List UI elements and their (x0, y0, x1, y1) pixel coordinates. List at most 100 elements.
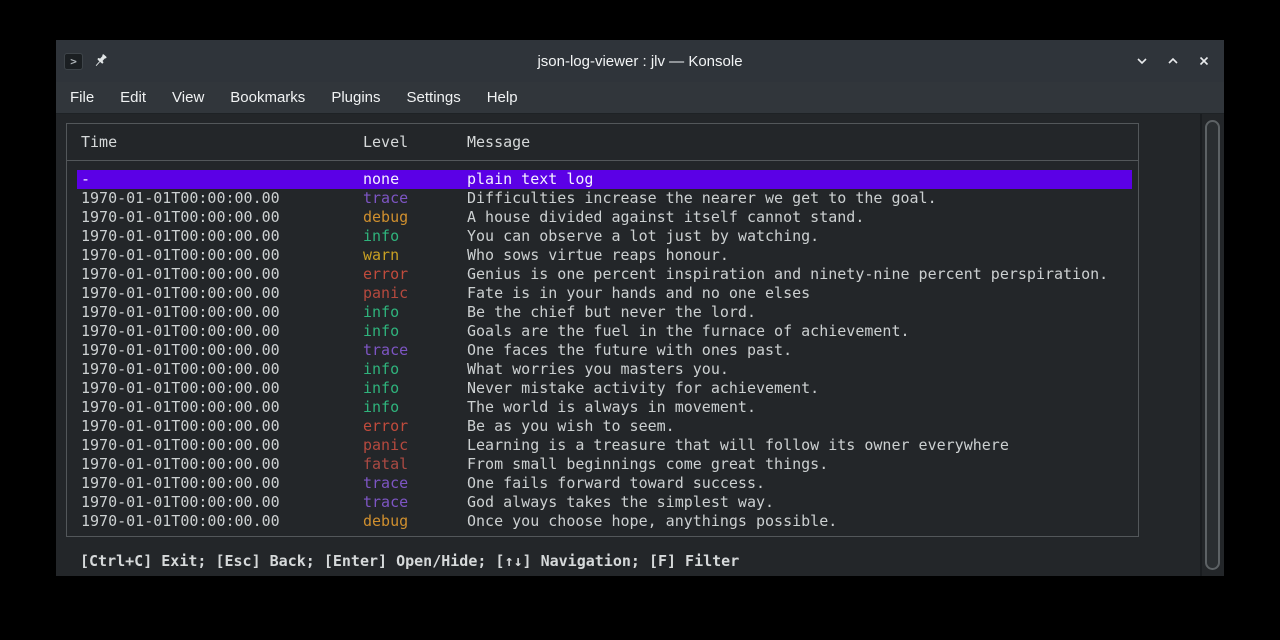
konsole-window: json-log-viewer : jlv — Konsole > (56, 40, 1224, 576)
table-row[interactable]: 1970-01-01T00:00:00.00panicFate is in yo… (77, 284, 1132, 303)
cell-message: Fate is in your hands and no one elses (467, 284, 1132, 303)
cell-level: info (363, 303, 467, 322)
menu-item-file[interactable]: File (57, 84, 107, 111)
cell-message: The world is always in movement. (467, 398, 1132, 417)
cell-level: info (363, 322, 467, 341)
column-header-time: Time (81, 133, 363, 151)
cell-message: Difficulties increase the nearer we get … (467, 189, 1132, 208)
cell-message: From small beginnings come great things. (467, 455, 1132, 474)
cell-time: 1970-01-01T00:00:00.00 (81, 322, 363, 341)
cell-level: info (363, 360, 467, 379)
table-row[interactable]: 1970-01-01T00:00:00.00infoNever mistake … (77, 379, 1132, 398)
table-row[interactable]: 1970-01-01T00:00:00.00panicLearning is a… (77, 436, 1132, 455)
cell-time: 1970-01-01T00:00:00.00 (81, 284, 363, 303)
maximize-button[interactable] (1166, 54, 1180, 68)
menu-item-settings[interactable]: Settings (394, 84, 474, 111)
table-row[interactable]: 1970-01-01T00:00:00.00debugA house divid… (77, 208, 1132, 227)
table-row[interactable]: 1970-01-01T00:00:00.00traceOne faces the… (77, 341, 1132, 360)
menu-bar: FileEditViewBookmarksPluginsSettingsHelp (56, 82, 1224, 114)
cell-message: Never mistake activity for achievement. (467, 379, 1132, 398)
terminal-view[interactable]: Time Level Message -noneplain text log19… (56, 114, 1224, 576)
table-header: Time Level Message (67, 124, 1138, 161)
cell-level: info (363, 227, 467, 246)
cell-level: trace (363, 474, 467, 493)
log-table: Time Level Message -noneplain text log19… (66, 123, 1139, 537)
cell-time: 1970-01-01T00:00:00.00 (81, 189, 363, 208)
cell-time: 1970-01-01T00:00:00.00 (81, 493, 363, 512)
cell-level: info (363, 398, 467, 417)
cell-time: 1970-01-01T00:00:00.00 (81, 303, 363, 322)
cell-time: 1970-01-01T00:00:00.00 (81, 474, 363, 493)
cell-level: debug (363, 208, 467, 227)
title-bar: json-log-viewer : jlv — Konsole > (56, 40, 1224, 82)
menu-item-plugins[interactable]: Plugins (318, 84, 393, 111)
cell-level: trace (363, 341, 467, 360)
cell-message: What worries you masters you. (467, 360, 1132, 379)
cell-message: Learning is a treasure that will follow … (467, 436, 1132, 455)
table-row[interactable]: 1970-01-01T00:00:00.00errorGenius is one… (77, 265, 1132, 284)
cell-message: Be the chief but never the lord. (467, 303, 1132, 322)
cell-level: info (363, 379, 467, 398)
chevron-down-icon (1135, 54, 1149, 68)
table-row[interactable]: 1970-01-01T00:00:00.00traceOne fails for… (77, 474, 1132, 493)
menu-item-edit[interactable]: Edit (107, 84, 159, 111)
cell-level: panic (363, 284, 467, 303)
cell-message: Who sows virtue reaps honour. (467, 246, 1132, 265)
cell-level: fatal (363, 455, 467, 474)
cell-time: - (81, 170, 363, 189)
status-bar: [Ctrl+C] Exit; [Esc] Back; [Enter] Open/… (80, 551, 739, 571)
cell-message: Once you choose hope, anythings possible… (467, 512, 1132, 531)
table-row[interactable]: 1970-01-01T00:00:00.00warnWho sows virtu… (77, 246, 1132, 265)
cell-message: A house divided against itself cannot st… (467, 208, 1132, 227)
column-header-level: Level (363, 133, 467, 151)
table-row[interactable]: 1970-01-01T00:00:00.00infoWhat worries y… (77, 360, 1132, 379)
column-header-message: Message (467, 133, 1138, 151)
cell-time: 1970-01-01T00:00:00.00 (81, 512, 363, 531)
cell-level: error (363, 265, 467, 284)
table-row[interactable]: 1970-01-01T00:00:00.00infoGoals are the … (77, 322, 1132, 341)
cell-time: 1970-01-01T00:00:00.00 (81, 398, 363, 417)
cell-message: plain text log (467, 170, 1132, 189)
cell-message: God always takes the simplest way. (467, 493, 1132, 512)
cell-level: trace (363, 189, 467, 208)
log-rows: -noneplain text log1970-01-01T00:00:00.0… (77, 170, 1132, 531)
cell-level: none (363, 170, 467, 189)
cell-time: 1970-01-01T00:00:00.00 (81, 417, 363, 436)
table-row[interactable]: 1970-01-01T00:00:00.00infoThe world is a… (77, 398, 1132, 417)
table-row[interactable]: 1970-01-01T00:00:00.00traceDifficulties … (77, 189, 1132, 208)
scrollbar-thumb[interactable] (1205, 120, 1220, 570)
chevron-up-icon (1166, 54, 1180, 68)
cell-time: 1970-01-01T00:00:00.00 (81, 246, 363, 265)
table-row[interactable]: 1970-01-01T00:00:00.00debugOnce you choo… (77, 512, 1132, 531)
cell-level: debug (363, 512, 467, 531)
table-row-selected[interactable]: -noneplain text log (77, 170, 1132, 189)
close-button[interactable] (1197, 54, 1211, 68)
cell-message: Goals are the fuel in the furnace of ach… (467, 322, 1132, 341)
table-row[interactable]: 1970-01-01T00:00:00.00fatalFrom small be… (77, 455, 1132, 474)
cell-level: error (363, 417, 467, 436)
cell-time: 1970-01-01T00:00:00.00 (81, 208, 363, 227)
cell-time: 1970-01-01T00:00:00.00 (81, 379, 363, 398)
menu-item-help[interactable]: Help (474, 84, 531, 111)
cell-time: 1970-01-01T00:00:00.00 (81, 227, 363, 246)
cell-time: 1970-01-01T00:00:00.00 (81, 436, 363, 455)
cell-level: warn (363, 246, 467, 265)
cell-message: Genius is one percent inspiration and ni… (467, 265, 1132, 284)
cell-time: 1970-01-01T00:00:00.00 (81, 265, 363, 284)
table-row[interactable]: 1970-01-01T00:00:00.00infoBe the chief b… (77, 303, 1132, 322)
cell-time: 1970-01-01T00:00:00.00 (81, 341, 363, 360)
menu-item-bookmarks[interactable]: Bookmarks (217, 84, 318, 111)
table-row[interactable]: 1970-01-01T00:00:00.00traceGod always ta… (77, 493, 1132, 512)
cell-message: You can observe a lot just by watching. (467, 227, 1132, 246)
menu-item-view[interactable]: View (159, 84, 217, 111)
table-row[interactable]: 1970-01-01T00:00:00.00errorBe as you wis… (77, 417, 1132, 436)
cell-message: One fails forward toward success. (467, 474, 1132, 493)
cell-level: panic (363, 436, 467, 455)
cell-time: 1970-01-01T00:00:00.00 (81, 455, 363, 474)
cell-level: trace (363, 493, 467, 512)
close-icon (1197, 54, 1211, 68)
table-row[interactable]: 1970-01-01T00:00:00.00infoYou can observ… (77, 227, 1132, 246)
minimize-button[interactable] (1135, 54, 1149, 68)
scrollbar-track[interactable] (1202, 114, 1224, 576)
cell-message: Be as you wish to seem. (467, 417, 1132, 436)
